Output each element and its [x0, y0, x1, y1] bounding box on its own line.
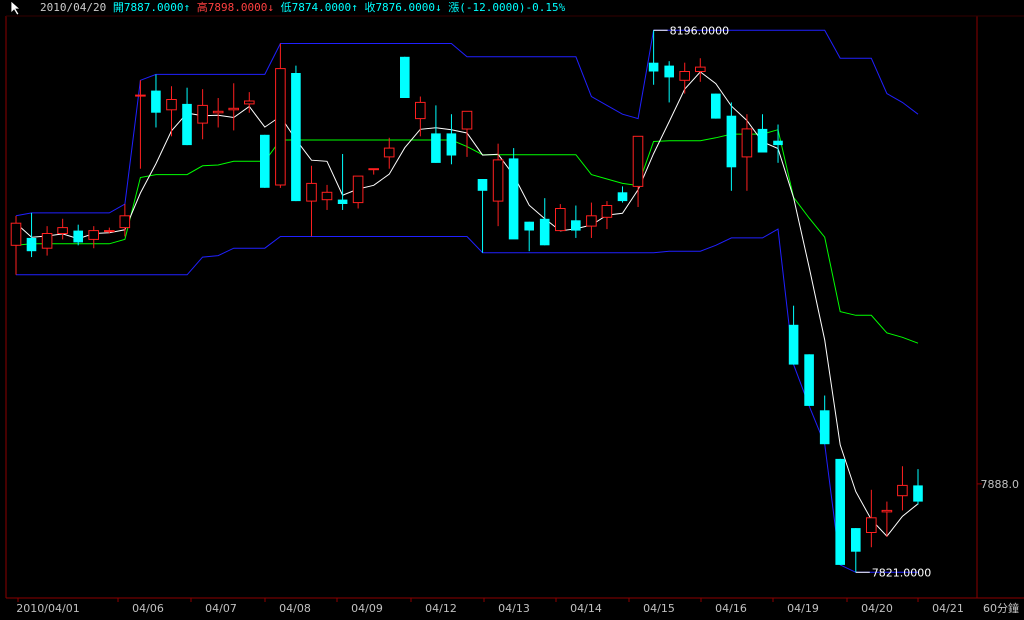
header-open-arrow-icon: ↑ [183, 1, 191, 14]
candle-body-down [291, 73, 301, 202]
candle-body-down [757, 128, 768, 153]
candle-body-up [104, 230, 115, 233]
x-axis-label: 04/15 [643, 602, 675, 615]
candle-body-down [539, 218, 550, 246]
candle-body-up [57, 227, 68, 235]
x-axis-label: 04/14 [570, 602, 602, 615]
candle-body-down [260, 134, 270, 188]
candle-body-down [524, 221, 534, 231]
x-axis-label: 04/13 [498, 602, 530, 615]
header-high: 7898.0000 [207, 1, 268, 14]
candle-body-up [10, 222, 22, 246]
candle-body-down [446, 133, 457, 156]
candle-body-up [695, 66, 706, 72]
candle-body-up [586, 215, 597, 227]
header-open: 7887.0000 [123, 1, 184, 14]
min-annotation: 7821.0000 [872, 566, 932, 579]
candle-body-down [617, 192, 628, 202]
candle-body-down [400, 56, 410, 98]
candle-body-up [461, 110, 473, 130]
candle-body-down [508, 158, 519, 240]
candle-body-down [337, 199, 348, 204]
candle-body-up [306, 182, 317, 202]
header-close: 7876.0000 [375, 1, 436, 14]
candle-body-up [352, 175, 364, 204]
candle-body-up [368, 168, 379, 171]
x-axis-label: 04/12 [425, 602, 457, 615]
x-axis-label: 04/07 [205, 602, 237, 615]
mouse-cursor-icon [10, 0, 22, 16]
candle-body-up [601, 205, 613, 218]
candle-body-up [866, 517, 877, 533]
candle-body-up [166, 99, 177, 111]
header-low: 7874.0000 [291, 1, 352, 14]
candle-body-up [197, 104, 208, 124]
candle-body-down [151, 90, 161, 113]
candle-body-down [26, 237, 37, 252]
candle-body-up [881, 509, 893, 513]
candle-body-up [212, 110, 224, 114]
candle-body-down [788, 324, 799, 365]
candle-body-up [275, 68, 286, 186]
candle-body-down [819, 410, 830, 445]
candle-body-down [182, 103, 192, 146]
header-low-arrow-icon: ↑ [351, 1, 358, 14]
chart-root[interactable]: 2010/04/01 04/06 04/07 04/08 04/09 04/12 04/13… [0, 0, 1024, 616]
candle-body-down [851, 528, 861, 552]
x-axis-label: 04/08 [279, 602, 311, 615]
candle-body-down [73, 230, 83, 243]
candle-body-up [383, 147, 395, 158]
max-annotation: 8196.0000 [670, 24, 730, 37]
header-date: 2010/04/20 [40, 1, 107, 14]
x-axis-label: 04/16 [715, 602, 747, 615]
candle-body-up [492, 159, 504, 202]
candle-body-up [897, 484, 908, 497]
x-axis-label: 04/19 [787, 602, 819, 615]
timeframe-label: 60分鐘 [983, 601, 1019, 615]
candle-body-down [664, 65, 674, 78]
candle-body-up [135, 94, 146, 97]
candle-body-down [835, 458, 845, 565]
candle-body-down [571, 220, 581, 231]
candle-body-down [726, 115, 737, 168]
header-change: (-12.0000)-0.15% [459, 1, 566, 14]
x-axis-label: 2010/04/01 [16, 602, 79, 615]
candle-body-down [913, 485, 923, 502]
candle-body-up [119, 215, 131, 229]
header-low-label: 低 [280, 1, 292, 14]
candle-body-up [679, 71, 691, 81]
candle-body-up [415, 101, 426, 120]
candle-body-up [228, 107, 239, 111]
header-open-label: 開 [112, 1, 124, 14]
candle-body-down [431, 133, 441, 163]
header-close-arrow-icon: ↓ [435, 1, 442, 14]
candle-body-up [41, 233, 53, 249]
candle-body-up [741, 128, 753, 158]
candle-body-up [244, 100, 255, 105]
candle-body-down [711, 93, 721, 119]
candlestick-chart[interactable]: 2010/04/01 04/06 04/07 04/08 04/09 04/12 04/13… [0, 0, 1024, 616]
x-axis-label: 04/20 [861, 602, 893, 615]
candle-body-up [632, 135, 644, 187]
header-change-label: 漲 [448, 1, 460, 14]
candle-body-down [804, 354, 814, 406]
candle-body-up [321, 191, 333, 201]
y-axis-price-label: 7888.0 [981, 478, 1020, 491]
quote-header: 2010/04/20 開7887.0000↑ 高7898.0000↓ 低7874… [40, 0, 565, 16]
x-axis-label: 04/21 [932, 602, 964, 615]
candle-body-down [648, 62, 659, 72]
header-high-arrow-icon: ↓ [267, 1, 274, 14]
header-high-label: 高 [196, 1, 208, 14]
candle-body-down [773, 140, 783, 146]
candle-body-up [88, 230, 100, 240]
candle-body-up [555, 208, 566, 232]
x-axis-label: 04/06 [132, 602, 164, 615]
x-axis-label: 04/09 [351, 602, 383, 615]
header-close-label: 收 [364, 1, 376, 14]
candle-body-down [477, 179, 488, 191]
